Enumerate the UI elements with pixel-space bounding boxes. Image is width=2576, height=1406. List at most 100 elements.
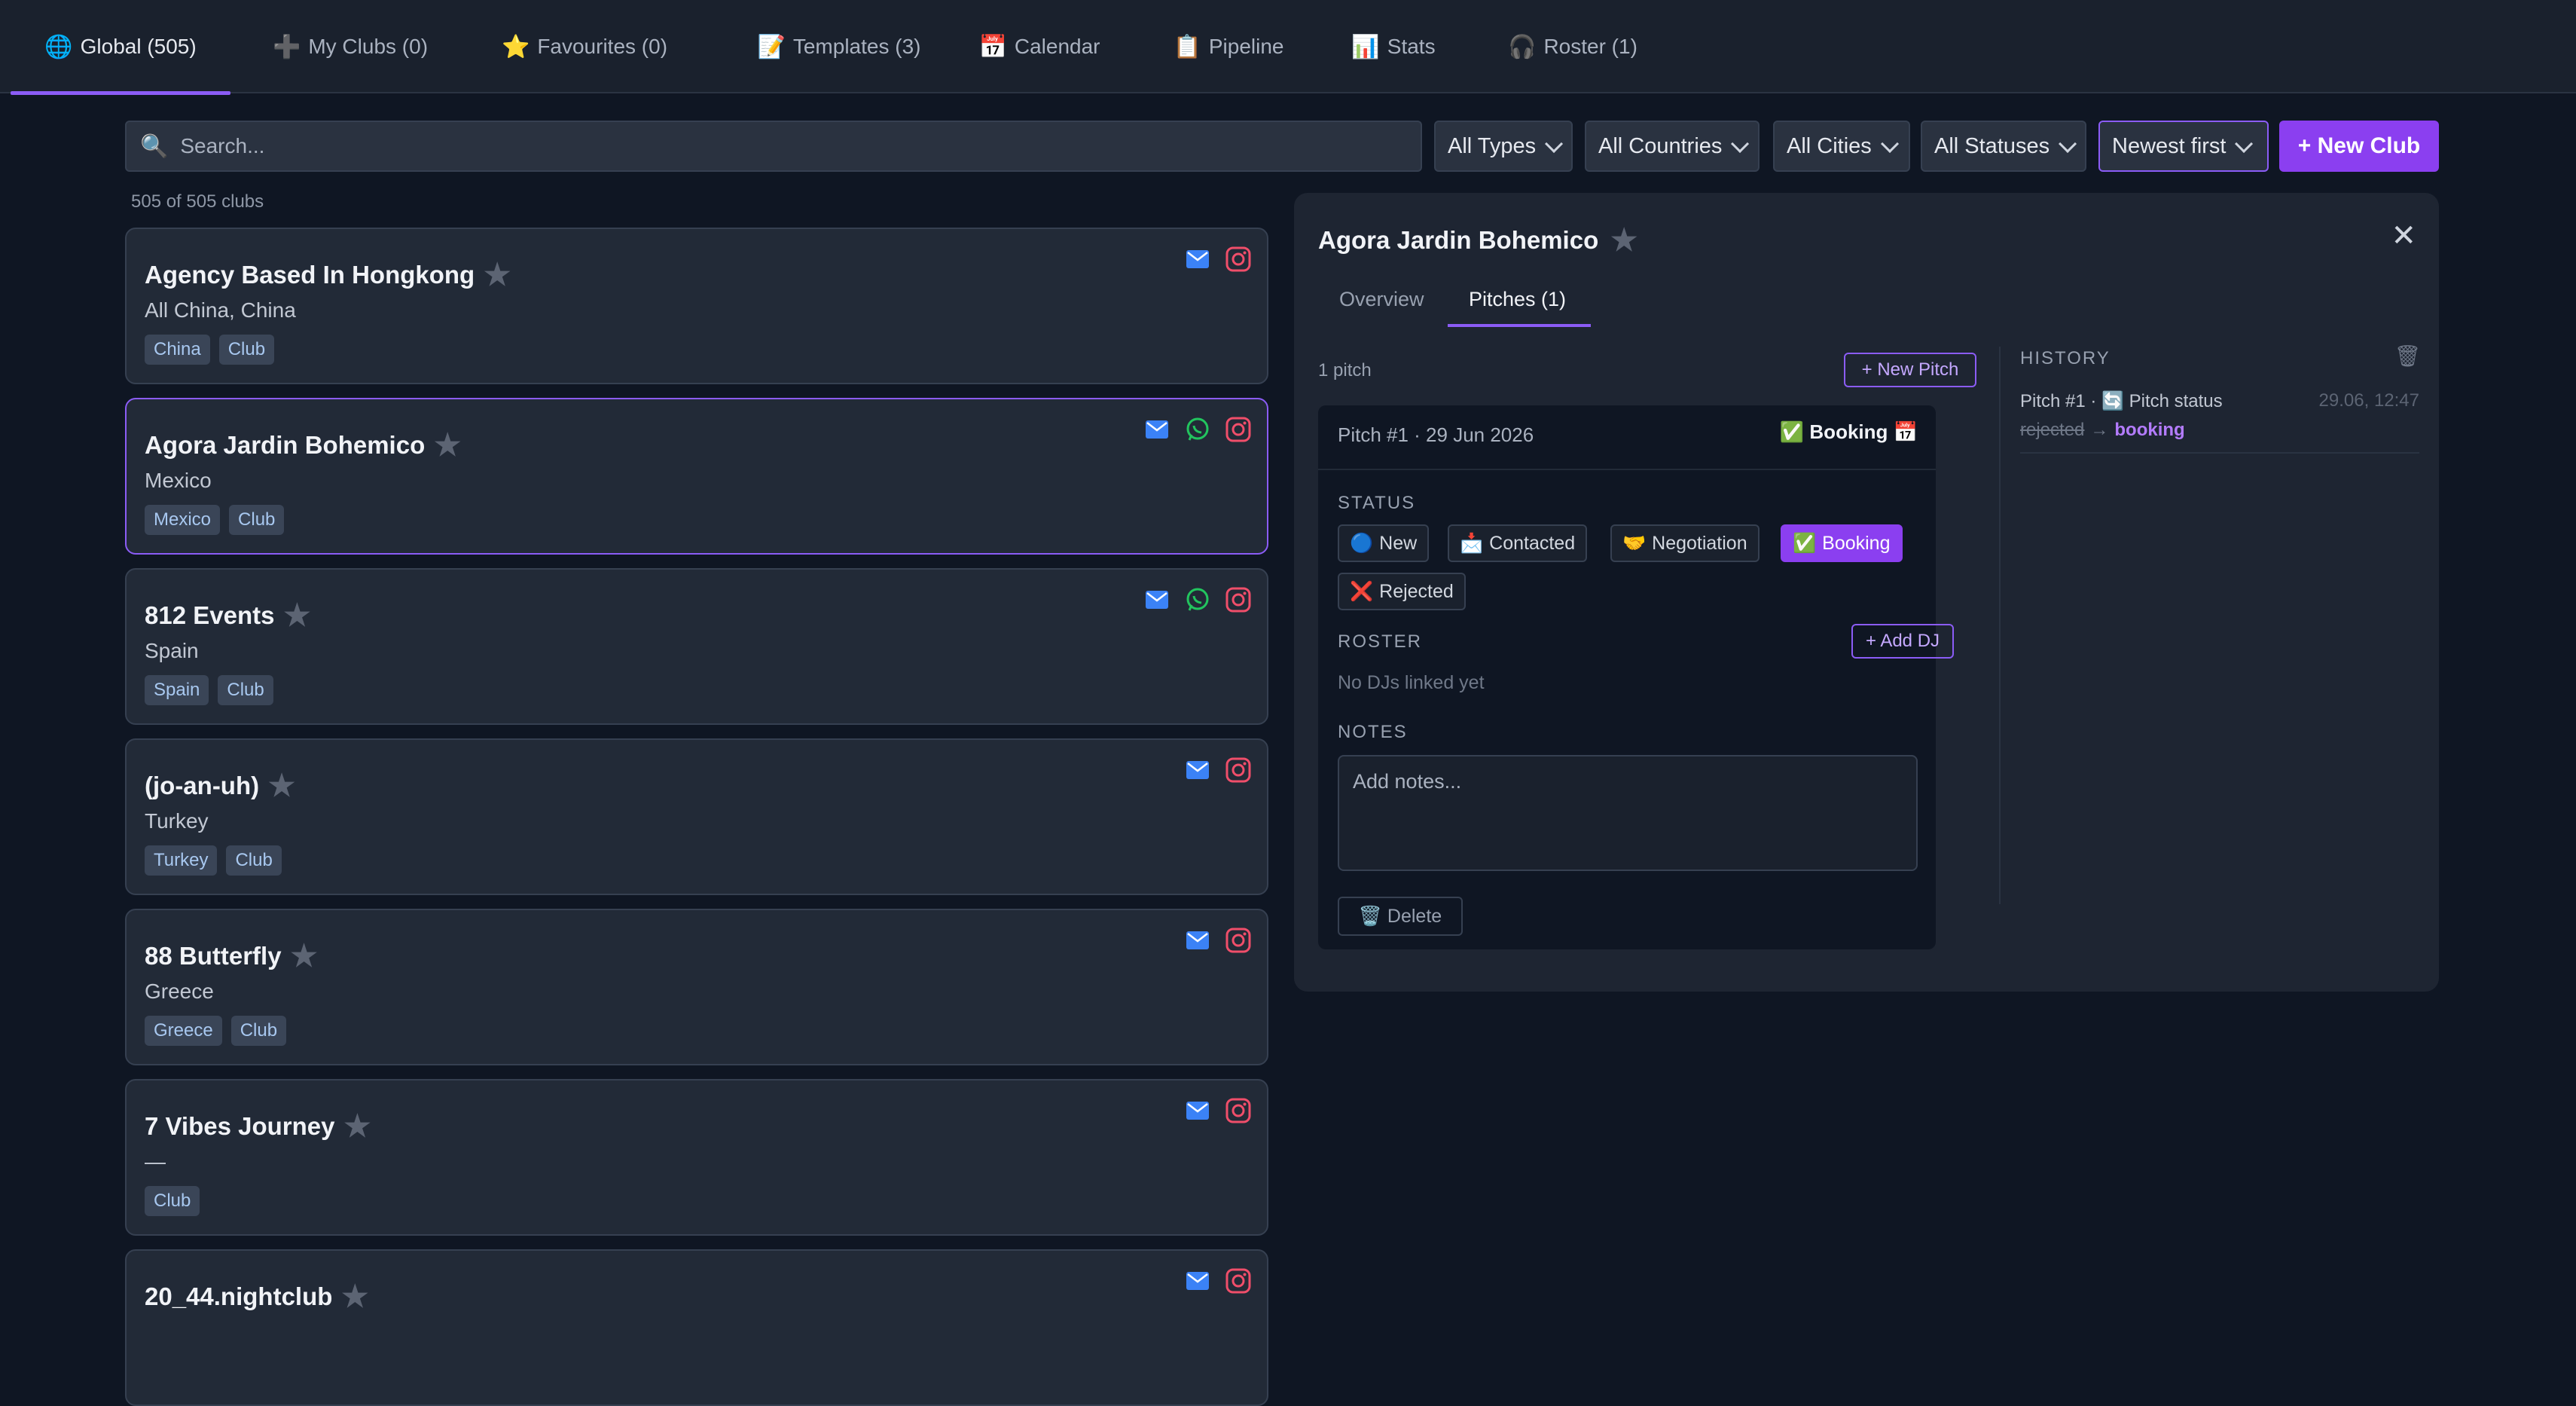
email-icon[interactable] bbox=[1184, 246, 1211, 273]
new-club-button[interactable]: + New Club bbox=[2279, 121, 2439, 172]
search-icon: 🔍 bbox=[140, 133, 169, 159]
instagram-icon[interactable] bbox=[1225, 1097, 1252, 1124]
status-booking-button[interactable]: ✅ Booking bbox=[1781, 524, 1903, 562]
instagram-icon[interactable] bbox=[1225, 756, 1252, 784]
chip-label: Negotiation bbox=[1652, 532, 1747, 554]
search-input[interactable] bbox=[179, 133, 1387, 159]
email-icon[interactable] bbox=[1143, 586, 1170, 613]
delete-pitch-button[interactable]: 🗑️ Delete bbox=[1338, 897, 1463, 936]
plus-icon: ➕ bbox=[272, 34, 301, 60]
club-card[interactable]: 88 Butterfly ★ Greece Greece Club bbox=[125, 909, 1268, 1065]
club-card[interactable]: 20_44.nightclub ★ bbox=[125, 1249, 1268, 1406]
favourite-star-icon[interactable]: ★ bbox=[344, 1109, 371, 1144]
tab-label: Stats bbox=[1387, 35, 1436, 58]
instagram-icon[interactable] bbox=[1225, 416, 1252, 443]
city-filter-select[interactable]: All Cities bbox=[1773, 121, 1910, 172]
history-entry-change: rejected → booking bbox=[2020, 420, 2419, 441]
favourite-star-icon[interactable]: ★ bbox=[434, 428, 461, 463]
country-tag: Turkey bbox=[145, 845, 218, 876]
email-icon[interactable] bbox=[1143, 416, 1170, 443]
search-box[interactable]: 🔍 bbox=[125, 121, 1422, 172]
tab-pitches[interactable]: Pitches (1) bbox=[1469, 288, 1566, 311]
tab-global[interactable]: 🌐 Global (505) bbox=[11, 0, 230, 95]
favourite-star-icon[interactable]: ★ bbox=[268, 769, 295, 803]
history-from-value: rejected bbox=[2020, 420, 2085, 440]
handshake-icon: 🤝 bbox=[1622, 532, 1647, 554]
tab-templates[interactable]: 📝 Templates (3) bbox=[728, 0, 951, 93]
email-icon[interactable] bbox=[1184, 1267, 1211, 1294]
arrow-right-icon: → bbox=[2090, 420, 2109, 440]
pitch-header: Pitch #1 · 29 Jun 2026 bbox=[1338, 423, 1534, 446]
club-tags: China Club bbox=[145, 335, 275, 365]
tab-pipeline[interactable]: 📋 Pipeline bbox=[1164, 0, 1293, 93]
status-filter-select[interactable]: All Statuses bbox=[1921, 121, 2086, 172]
contact-icons bbox=[1184, 927, 1252, 954]
favourite-star-icon[interactable]: ★ bbox=[291, 939, 318, 974]
status-negotiation-button[interactable]: 🤝 Negotiation bbox=[1610, 524, 1760, 562]
pitch-card: Pitch #1 · 29 Jun 2026 ✅ Booking 📅 STATU… bbox=[1318, 405, 1954, 949]
close-icon[interactable]: ✕ bbox=[2391, 219, 2416, 253]
status-rejected-button[interactable]: ❌ Rejected bbox=[1338, 573, 1466, 610]
favourite-star-icon[interactable]: ★ bbox=[341, 1279, 368, 1314]
instagram-icon[interactable] bbox=[1225, 246, 1252, 273]
clear-history-trash-icon[interactable]: 🗑 bbox=[2394, 344, 2421, 368]
tab-overview[interactable]: Overview bbox=[1339, 288, 1424, 311]
club-location: Spain bbox=[145, 639, 199, 662]
club-name: 7 Vibes Journey bbox=[145, 1112, 335, 1140]
contact-icons bbox=[1184, 1097, 1252, 1124]
country-tag: China bbox=[145, 335, 210, 365]
email-icon[interactable] bbox=[1184, 756, 1211, 784]
country-tag: Spain bbox=[145, 675, 209, 705]
email-icon[interactable] bbox=[1184, 1097, 1211, 1124]
club-name: Agency Based In Hongkong bbox=[145, 261, 475, 289]
country-tag: Mexico bbox=[145, 505, 221, 535]
status-contacted-button[interactable]: 📩 Contacted bbox=[1448, 524, 1588, 562]
tab-label: My Clubs (0) bbox=[308, 35, 429, 58]
whatsapp-icon[interactable] bbox=[1184, 416, 1211, 443]
favourite-star-icon[interactable]: ★ bbox=[283, 598, 310, 633]
club-detail-panel: Agora Jardin Bohemico ★ ✕ Overview Pitche… bbox=[1294, 193, 2439, 992]
whatsapp-icon[interactable] bbox=[1184, 586, 1211, 613]
type-tag: Club bbox=[218, 675, 273, 705]
tab-calendar[interactable]: 📅 Calendar bbox=[972, 0, 1107, 93]
status-label: STATUS bbox=[1338, 493, 1416, 513]
notes-textarea[interactable] bbox=[1338, 755, 1918, 871]
add-dj-button[interactable]: + Add DJ bbox=[1851, 624, 1954, 659]
favourite-star-icon[interactable]: ★ bbox=[484, 258, 511, 292]
favourite-star-icon[interactable]: ★ bbox=[1610, 223, 1637, 258]
type-tag: Club bbox=[145, 1186, 200, 1216]
country-filter-select[interactable]: All Countries bbox=[1585, 121, 1760, 172]
select-value: All Statuses bbox=[1934, 133, 2050, 158]
club-tags: Club bbox=[145, 1186, 200, 1216]
club-tags: Greece Club bbox=[145, 1016, 287, 1046]
club-name: 88 Butterfly bbox=[145, 942, 282, 970]
club-name: Agora Jardin Bohemico bbox=[145, 431, 426, 459]
club-name: 20_44.nightclub bbox=[145, 1282, 333, 1310]
instagram-icon[interactable] bbox=[1225, 927, 1252, 954]
main-tab-bar: 🌐 Global (505) ➕ My Clubs (0) ⭐ Favourites … bbox=[0, 0, 2576, 95]
history-entry: Pitch #1 · 🔄 Pitch status 29.06, 12:47 r… bbox=[2020, 390, 2419, 454]
tab-label: Templates (3) bbox=[792, 35, 921, 58]
email-icon[interactable] bbox=[1184, 927, 1211, 954]
tab-my-clubs[interactable]: ➕ My Clubs (0) bbox=[256, 0, 444, 93]
club-card[interactable]: Agency Based In Hongkong ★ All China, Chi… bbox=[125, 228, 1268, 384]
type-filter-select[interactable]: All Types bbox=[1434, 121, 1573, 172]
club-card[interactable]: 7 Vibes Journey ★ — Club bbox=[125, 1079, 1268, 1236]
new-pitch-button[interactable]: + New Pitch bbox=[1844, 353, 1976, 387]
tab-favourites[interactable]: ⭐ Favourites (0) bbox=[488, 0, 681, 93]
tab-roster[interactable]: 🎧 Roster (1) bbox=[1500, 0, 1645, 93]
memo-icon: 📝 bbox=[757, 34, 786, 60]
club-card[interactable]: Agora Jardin Bohemico ★ Mexico Mexico Clu… bbox=[125, 398, 1268, 555]
club-card[interactable]: (jo-an-uh) ★ Turkey Turkey Club bbox=[125, 738, 1268, 895]
type-tag: Club bbox=[230, 1016, 287, 1046]
status-new-button[interactable]: 🔵 New bbox=[1338, 524, 1430, 562]
sort-select[interactable]: Newest first bbox=[2098, 121, 2269, 172]
club-name-row: Agora Jardin Bohemico ★ bbox=[145, 428, 461, 463]
tab-stats[interactable]: 📊 Stats bbox=[1348, 0, 1439, 93]
select-value: Newest first bbox=[2112, 133, 2227, 158]
club-card[interactable]: 812 Events ★ Spain Spain Club bbox=[125, 568, 1268, 725]
chevron-down-icon bbox=[1731, 134, 1750, 153]
instagram-icon[interactable] bbox=[1225, 1267, 1252, 1294]
history-divider bbox=[1999, 347, 2001, 904]
instagram-icon[interactable] bbox=[1225, 586, 1252, 613]
